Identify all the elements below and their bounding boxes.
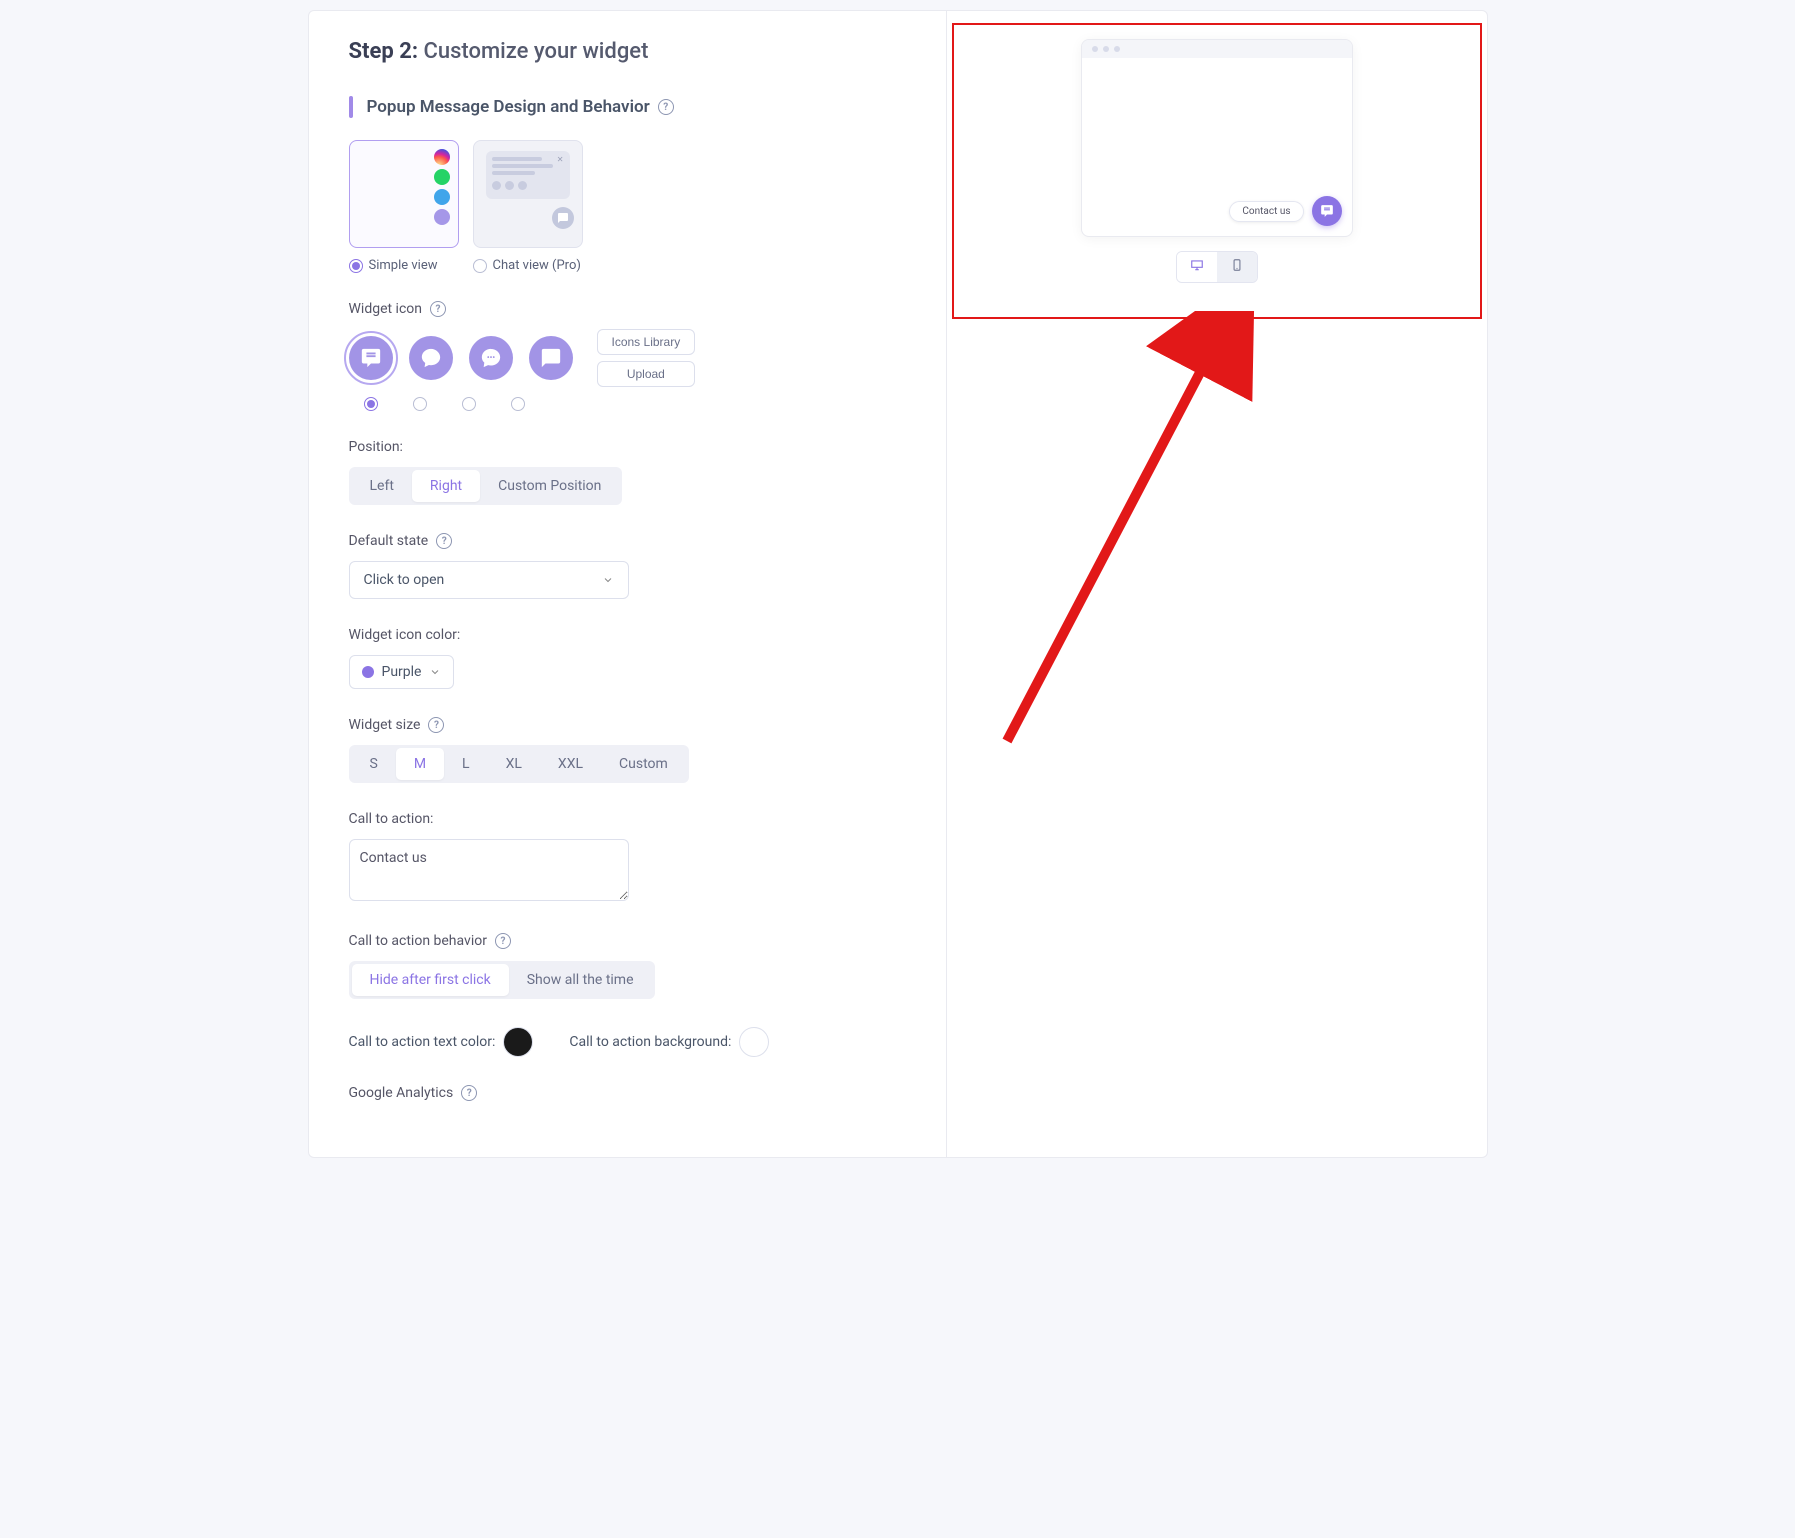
preview-browser: Contact us — [1081, 39, 1353, 237]
preview-chat-icon — [1312, 196, 1342, 226]
radio-chat-view[interactable]: Chat view (Pro) — [473, 258, 583, 273]
upload-button[interactable]: Upload — [597, 361, 696, 387]
radio-label: Chat view (Pro) — [493, 258, 581, 273]
cta-show-all-time[interactable]: Show all the time — [509, 964, 652, 996]
help-icon[interactable]: ? — [658, 99, 674, 115]
chat-icon — [434, 209, 450, 225]
radio-label: Simple view — [369, 258, 438, 273]
desktop-icon — [1189, 258, 1205, 272]
settings-panel: Step 2: Customize your widget Popup Mess… — [309, 11, 947, 1157]
chat-preview-bubble — [486, 151, 570, 199]
size-xxl[interactable]: XXL — [540, 748, 601, 780]
position-right[interactable]: Right — [412, 470, 480, 502]
widget-icon-option-2[interactable] — [409, 336, 453, 380]
size-s[interactable]: S — [352, 748, 396, 780]
preview-cta-pill: Contact us — [1229, 201, 1303, 222]
size-xl[interactable]: XL — [488, 748, 540, 780]
help-icon[interactable]: ? — [428, 717, 444, 733]
position-segmented: Left Right Custom Position — [349, 467, 623, 505]
size-custom[interactable]: Custom — [601, 748, 686, 780]
step-title: Customize your widget — [424, 39, 649, 64]
position-label: Position: — [349, 439, 906, 455]
size-segmented: S M L XL XXL Custom — [349, 745, 689, 783]
cta-text-color-label: Call to action text color: — [349, 1034, 496, 1050]
whatsapp-icon — [434, 169, 450, 185]
position-left[interactable]: Left — [352, 470, 412, 502]
cta-behavior-label: Call to action behavior ? — [349, 933, 906, 949]
icons-library-button[interactable]: Icons Library — [597, 329, 696, 355]
icon-radio-1[interactable] — [364, 397, 378, 411]
device-desktop[interactable] — [1177, 252, 1217, 282]
cta-input[interactable]: Contact us — [349, 839, 629, 901]
default-state-label: Default state ? — [349, 533, 906, 549]
cta-hide-after-click[interactable]: Hide after first click — [352, 964, 509, 996]
help-icon[interactable]: ? — [430, 301, 446, 317]
widget-icon-option-3[interactable] — [469, 336, 513, 380]
widget-size-label: Widget size ? — [349, 717, 906, 733]
design-card-simple[interactable] — [349, 140, 459, 248]
instagram-icon — [434, 149, 450, 165]
google-analytics-label: Google Analytics ? — [349, 1085, 906, 1101]
section-title: Popup Message Design and Behavior — [367, 97, 650, 117]
radio-simple-view[interactable]: Simple view — [349, 258, 459, 273]
section-accent-bar — [349, 96, 353, 118]
icon-color-select[interactable]: Purple — [349, 655, 455, 689]
section-header: Popup Message Design and Behavior ? — [349, 96, 906, 118]
step-number: Step 2: — [349, 39, 419, 64]
icon-radio-4[interactable] — [511, 397, 525, 411]
size-l[interactable]: L — [444, 748, 488, 780]
help-icon[interactable]: ? — [495, 933, 511, 949]
chevron-down-icon — [429, 666, 441, 678]
radio-icon — [473, 259, 487, 273]
cta-bg-color-picker[interactable] — [739, 1027, 769, 1057]
position-custom[interactable]: Custom Position — [480, 470, 619, 502]
radio-icon — [349, 259, 363, 273]
icon-radio-3[interactable] — [462, 397, 476, 411]
device-mobile[interactable] — [1217, 252, 1257, 282]
device-toggle — [1176, 251, 1258, 283]
help-icon[interactable]: ? — [436, 533, 452, 549]
default-state-select[interactable]: Click to open — [349, 561, 629, 599]
preview-titlebar — [1082, 40, 1352, 58]
preview-panel: Contact us — [947, 11, 1487, 1157]
mobile-icon — [1229, 258, 1245, 272]
widget-icon-label: Widget icon ? — [349, 301, 906, 317]
chevron-down-icon — [602, 574, 614, 586]
icon-radio-2[interactable] — [413, 397, 427, 411]
cta-behavior-segmented: Hide after first click Show all the time — [349, 961, 655, 999]
design-card-chat[interactable] — [473, 140, 583, 248]
widget-icon-option-4[interactable] — [529, 336, 573, 380]
icon-color-label: Widget icon color: — [349, 627, 906, 643]
size-m[interactable]: M — [396, 748, 444, 780]
select-value: Click to open — [364, 572, 445, 588]
cta-bg-label: Call to action background: — [569, 1034, 731, 1050]
design-options — [349, 140, 906, 248]
color-swatch — [362, 666, 374, 678]
step-header: Step 2: Customize your widget — [349, 39, 906, 64]
chat-toggle-icon — [552, 207, 574, 229]
preview-widget: Contact us — [1229, 196, 1341, 226]
annotation-arrow-icon — [967, 311, 1317, 751]
cta-text-color-picker[interactable] — [503, 1027, 533, 1057]
telegram-icon — [434, 189, 450, 205]
color-value: Purple — [382, 664, 422, 680]
widget-icon-option-1[interactable] — [349, 336, 393, 380]
cta-label: Call to action: — [349, 811, 906, 827]
help-icon[interactable]: ? — [461, 1085, 477, 1101]
